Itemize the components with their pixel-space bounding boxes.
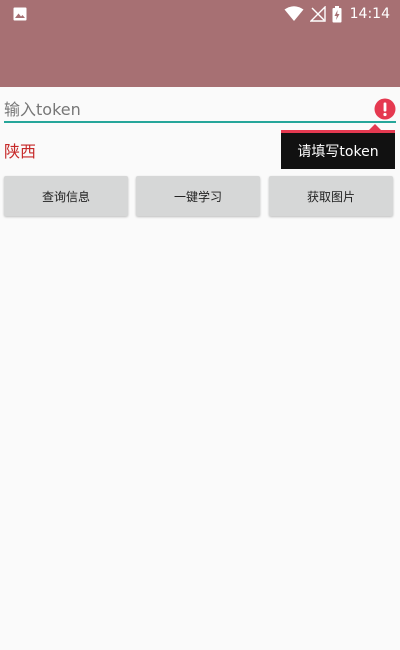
status-time: 14:14 bbox=[349, 6, 390, 22]
error-popup: 请填写token bbox=[281, 130, 395, 169]
get-image-button[interactable]: 获取图片 bbox=[269, 176, 393, 216]
token-input-underline bbox=[4, 121, 396, 123]
no-signal-icon bbox=[309, 6, 326, 22]
battery-charging-icon bbox=[332, 5, 342, 22]
status-bar: 14:14 bbox=[0, 0, 400, 87]
status-icons: 14:14 bbox=[284, 3, 390, 25]
gallery-icon bbox=[13, 7, 27, 21]
error-icon bbox=[374, 98, 396, 120]
wifi-icon bbox=[284, 6, 304, 21]
token-input-row bbox=[4, 96, 396, 124]
one-click-study-button[interactable]: 一键学习 bbox=[136, 176, 260, 216]
region-label: 陕西 bbox=[4, 142, 37, 161]
query-info-button[interactable]: 查询信息 bbox=[4, 176, 128, 216]
token-input[interactable] bbox=[4, 96, 364, 122]
error-message: 请填写token bbox=[297, 144, 379, 160]
